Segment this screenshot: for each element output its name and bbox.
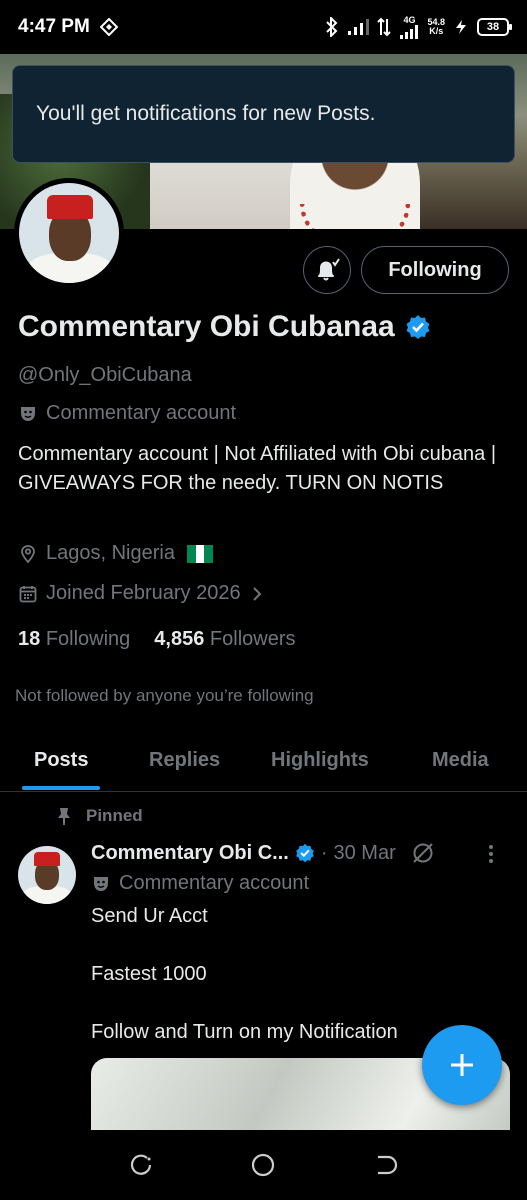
location-row: Lagos, Nigeria (18, 542, 213, 565)
more-vertical-icon[interactable] (489, 845, 493, 863)
verified-badge-icon[interactable] (405, 314, 431, 340)
post-author-label-text: Commentary account (119, 872, 310, 894)
account-label[interactable]: Commentary account (18, 402, 236, 425)
verified-badge-icon (295, 843, 314, 863)
post-text-line: Follow and Turn on my Notification (91, 1021, 398, 1043)
pinned-indicator: Pinned (56, 806, 143, 826)
recent-apps-icon (131, 1154, 152, 1175)
display-name-text: Commentary Obi Cubanaa (18, 310, 395, 343)
bell-check-icon (318, 258, 340, 281)
notifications-bell-button[interactable] (303, 246, 351, 294)
nigeria-flag-icon (186, 544, 213, 563)
banner-beads (300, 204, 410, 229)
post-author-label: Commentary account (91, 872, 309, 895)
network-speed-unit: K/s (429, 26, 444, 36)
tab-media[interactable]: Media (432, 730, 489, 790)
avatar-image (19, 183, 119, 283)
back-icon (377, 1155, 397, 1175)
recent-apps-button[interactable] (121, 1145, 161, 1185)
system-navigation-bar (0, 1130, 527, 1200)
status-indicators: 4G 54.8 K/s 38 (325, 14, 512, 39)
status-bar: 4:47 PM 4G 54.8 K/s 38 (0, 0, 527, 54)
theater-mask-icon (94, 876, 108, 891)
follow-counts: 18 Following 4,856 Followers (18, 628, 296, 651)
data-transfer-icon (377, 17, 392, 37)
app-notification-icon (99, 18, 118, 36)
avatar-cap (47, 195, 93, 219)
post-text-line: Fastest 1000 (91, 963, 207, 985)
slashed-circle-icon[interactable] (410, 840, 436, 866)
following-count: 18 (18, 628, 41, 650)
post-author-avatar[interactable] (18, 846, 76, 904)
back-button[interactable] (366, 1145, 406, 1185)
location-pin-icon (21, 544, 35, 563)
tab-posts[interactable]: Posts (21, 730, 102, 790)
following-count-link[interactable]: 18 Following (18, 628, 130, 651)
bluetooth-icon (326, 17, 338, 37)
profile-bio: Commentary account | Not Affiliated with… (18, 443, 497, 494)
display-name: Commentary Obi Cubanaa (18, 310, 431, 344)
network-type: 4G (403, 14, 416, 25)
theater-mask-icon (21, 406, 35, 421)
followers-count-link[interactable]: 4,856 Followers (154, 628, 295, 651)
post-avatar-cap (34, 852, 60, 866)
post-separator: · (320, 841, 328, 864)
profile-tabs: Posts Replies Highlights Media (0, 730, 527, 792)
tab-highlights[interactable]: Highlights (271, 730, 369, 790)
pinned-label: Pinned (86, 806, 143, 825)
followers-count: 4,856 (154, 628, 205, 650)
post-author-name[interactable]: Commentary Obi C... (91, 842, 289, 865)
chevron-right-icon (252, 586, 261, 601)
post-date[interactable]: 30 Mar (333, 842, 395, 865)
pin-icon (58, 808, 70, 825)
not-followed-notice: Not followed by anyone you’re following (15, 686, 314, 705)
plus-icon (451, 1054, 473, 1076)
following-button[interactable]: Following (361, 246, 509, 294)
toast-message: You'll get notifications for new Posts. (36, 102, 376, 125)
battery-level: 38 (486, 21, 500, 33)
followers-count-label: Followers (209, 628, 296, 650)
following-count-label: Following (45, 628, 131, 650)
tab-replies[interactable]: Replies (149, 730, 220, 790)
post-text-line: Send Ur Acct (91, 905, 208, 927)
location-text: Lagos, Nigeria (46, 542, 175, 564)
joined-text: Joined February 2026 (46, 582, 241, 604)
signal-4g-icon (400, 24, 419, 39)
profile-handle: @Only_ObiCubana (18, 364, 192, 386)
compose-post-button[interactable] (422, 1025, 502, 1105)
signal-icon (348, 19, 370, 35)
home-button[interactable] (243, 1145, 283, 1185)
charging-icon (456, 20, 466, 34)
account-label-text: Commentary account (46, 402, 237, 424)
battery-indicator: 38 (477, 18, 512, 36)
joined-row[interactable]: Joined February 2026 (18, 582, 265, 605)
post-header: Commentary Obi C... · 30 Mar (91, 840, 436, 866)
calendar-icon (19, 585, 37, 602)
status-time: 4:47 PM (18, 16, 90, 37)
notification-toast: You'll get notifications for new Posts. (12, 65, 515, 163)
home-circle-icon (252, 1153, 275, 1177)
profile-avatar[interactable] (14, 178, 124, 288)
